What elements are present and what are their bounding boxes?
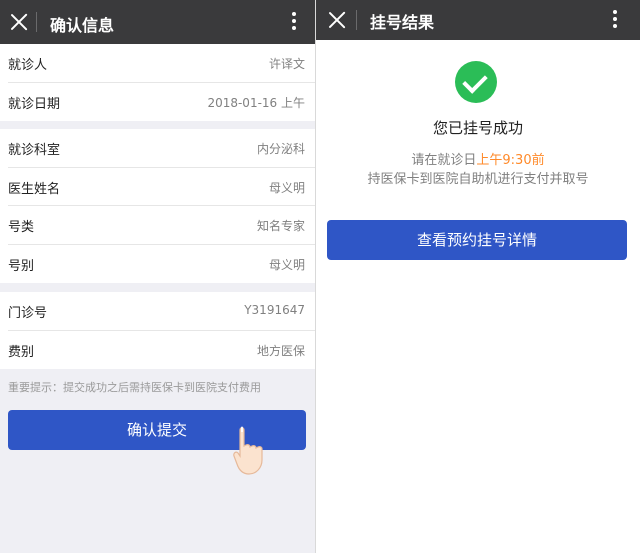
page-title: 确认信息 — [50, 16, 115, 35]
row-value: 内分泌科 — [256, 142, 305, 156]
more-vertical-icon[interactable] — [612, 10, 618, 30]
row-value: Y3191647 — [244, 303, 305, 317]
page-title: 挂号结果 — [370, 13, 435, 32]
success-title: 您已挂号成功 — [432, 119, 523, 137]
close-icon[interactable] — [328, 11, 346, 29]
row-label: 门诊号 — [8, 306, 48, 321]
instruction-line-1: 请在就诊日上午9:30前 — [316, 149, 640, 168]
top-bar: 挂号结果 — [316, 0, 640, 40]
confirm-info-screen: 确认信息 就诊人 许译文 就诊日期 2018-01-16 上午 就诊科室 内分泌… — [0, 0, 315, 553]
info-row-doctor: 医生姓名 母义明 — [8, 168, 315, 206]
bar-divider — [356, 10, 357, 30]
more-vertical-icon[interactable] — [291, 12, 297, 32]
row-label: 号类 — [8, 220, 35, 235]
row-value: 母义明 — [268, 180, 305, 195]
row-value: 许译文 — [268, 57, 305, 71]
row-value: 知名专家 — [256, 219, 305, 233]
top-bar: 确认信息 — [0, 0, 315, 44]
info-row-clinic-number: 门诊号 Y3191647 — [8, 292, 315, 331]
row-value: 2018-01-16 上午 — [207, 95, 305, 110]
view-booking-details-button[interactable]: 查看预约挂号详情 — [327, 220, 627, 260]
row-label: 医生姓名 — [8, 181, 61, 197]
clinic-info-group: 门诊号 Y3191647 费别 地方医保 — [0, 292, 315, 369]
info-row-type: 号类 知名专家 — [8, 206, 315, 245]
deadline-highlight: 上午9:30前 — [476, 153, 545, 168]
row-value: 母义明 — [268, 257, 305, 272]
row-label: 就诊科室 — [8, 143, 61, 158]
row-label: 就诊日期 — [8, 96, 61, 112]
doctor-info-group: 就诊科室 内分泌科 医生姓名 母义明 号类 知名专家 号别 母义明 — [0, 129, 315, 283]
info-row-patient: 就诊人 许译文 — [8, 44, 315, 83]
row-value: 地方医保 — [256, 343, 305, 358]
instruction-line-2: 持医保卡到医院自助机进行支付并取号 — [367, 172, 589, 187]
close-icon[interactable] — [10, 13, 28, 31]
info-row-department: 就诊科室 内分泌科 — [8, 129, 315, 168]
instruction-prefix: 请在就诊日 — [411, 153, 477, 168]
check-circle-icon — [455, 61, 497, 103]
row-label: 就诊人 — [8, 58, 48, 73]
info-row-fee-type: 费别 地方医保 — [8, 331, 315, 370]
patient-info-group: 就诊人 许译文 就诊日期 2018-01-16 上午 — [0, 44, 315, 121]
row-label: 费别 — [8, 344, 35, 360]
pointing-hand-icon — [233, 426, 263, 475]
row-label: 号别 — [8, 258, 35, 274]
info-row-category: 号别 母义明 — [8, 245, 315, 284]
info-row-date: 就诊日期 2018-01-16 上午 — [8, 83, 315, 122]
bar-divider — [36, 12, 37, 32]
important-tip: 重要提示：提交成功之后需持医保卡到医院支付费用 — [8, 381, 261, 394]
